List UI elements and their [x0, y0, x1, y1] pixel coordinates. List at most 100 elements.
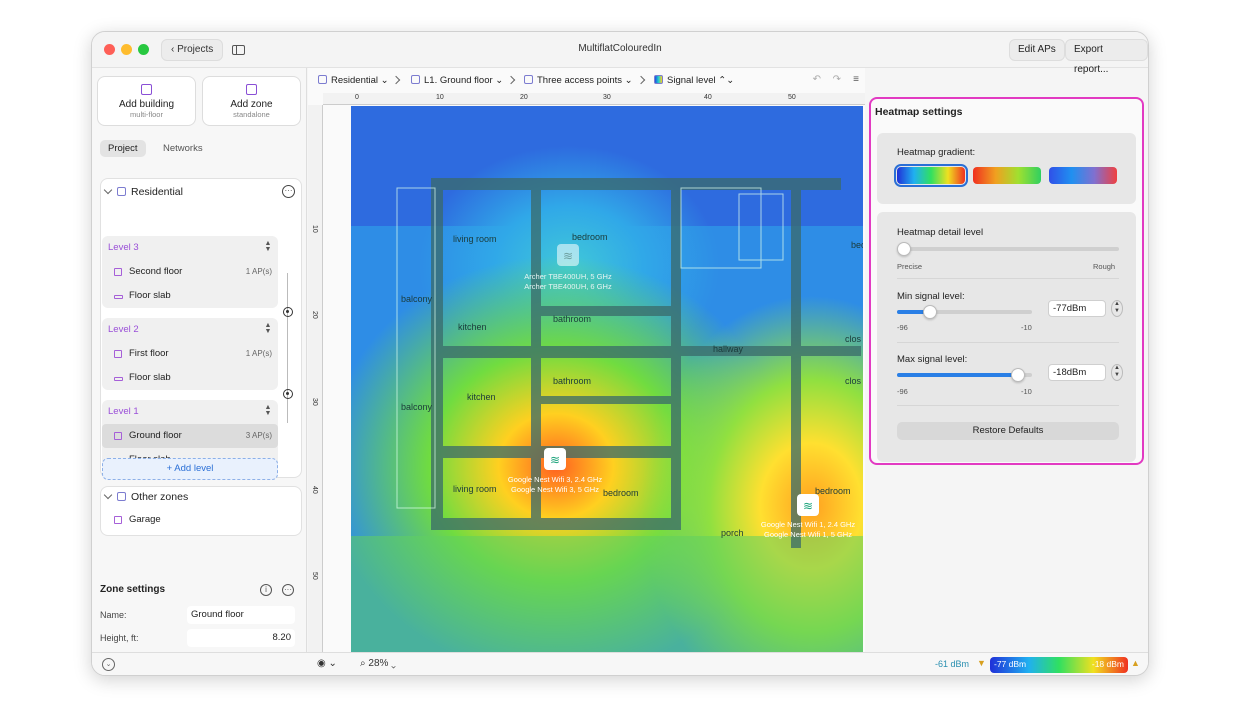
heatmap-canvas[interactable]: living room bedroom balcony kitchen bath… — [351, 106, 863, 652]
building-more-button[interactable]: ··· — [282, 185, 295, 198]
divider — [897, 342, 1119, 343]
level-reorder-stepper[interactable]: ▲ ▼ — [264, 404, 272, 417]
max-signal-knob[interactable] — [1011, 368, 1025, 382]
room-label: hallway — [713, 344, 744, 354]
max-signal-label: Max signal level: — [897, 354, 968, 365]
level-reorder-stepper[interactable]: ▲ ▼ — [264, 322, 272, 335]
gradient-label: Heatmap gradient: — [897, 147, 976, 158]
tab-project[interactable]: Project — [100, 140, 146, 157]
chevron-down-icon — [103, 185, 113, 195]
min-signal-stepper[interactable]: ▲ ▼ — [1111, 300, 1123, 317]
divider — [897, 405, 1119, 406]
title-bar: ‹ Projects MultiflatColouredIn Edit APs … — [92, 32, 1148, 75]
add-zone-button[interactable]: Add zone standalone — [202, 76, 301, 126]
visibility-menu-button[interactable]: ◉ ⌄ — [317, 658, 337, 669]
bottom-bar: ⌄ ◉ ⌄ ⌕ 28% ⌄ -61 dBm ▼ -77 dBm -18 dBm … — [92, 652, 1148, 675]
add-building-button[interactable]: Add building multi-floor — [97, 76, 196, 126]
eye-icon: ◉ — [317, 658, 326, 669]
floor-icon — [114, 268, 122, 276]
info-icon[interactable]: i — [260, 584, 272, 596]
building-icon — [318, 75, 327, 84]
breadcrumb-floor[interactable]: L1. Ground floor ⌄ — [411, 75, 503, 86]
building-icon — [141, 84, 152, 95]
link-levels-icon[interactable] — [283, 389, 293, 399]
detail-level-slider[interactable] — [897, 242, 1119, 256]
gradient-option-cool[interactable] — [1049, 167, 1117, 184]
edit-aps-button[interactable]: Edit APs — [1009, 39, 1065, 61]
gradient-option-spectrum[interactable] — [894, 164, 968, 187]
breadcrumb-building[interactable]: Residential ⌄ — [318, 75, 389, 86]
sidebar-item-second-floor[interactable]: Second floor 1 AP(s) — [102, 260, 278, 284]
zone-name-label: Name: — [100, 610, 127, 620]
tab-networks[interactable]: Networks — [155, 140, 211, 157]
detail-level-knob[interactable] — [897, 242, 911, 256]
slab-icon — [114, 295, 123, 299]
level-label[interactable]: Level 1 — [108, 406, 139, 417]
zone-icon — [246, 84, 257, 95]
level-reorder-stepper[interactable]: ▲ ▼ — [264, 240, 272, 253]
app-window: ‹ Projects MultiflatColouredIn Edit APs … — [91, 31, 1149, 676]
gradient-option-warm[interactable] — [973, 167, 1041, 184]
restore-defaults-button[interactable]: Restore Defaults — [897, 422, 1119, 440]
zone-height-input[interactable]: 8.20 — [187, 629, 295, 647]
breadcrumb-ap-set[interactable]: Three access points ⌄ — [524, 75, 633, 86]
sidebar-item-floor-slab[interactable]: Floor slab — [102, 284, 278, 308]
min-signal-knob[interactable] — [923, 305, 937, 319]
building-header[interactable]: Residential — [103, 185, 183, 198]
zones-icon — [117, 492, 126, 501]
room-label: living room — [453, 484, 497, 494]
svg-text:Google Nest Wifi 1, 2.4 GHz: Google Nest Wifi 1, 2.4 GHz — [761, 520, 855, 529]
room-label: bathroom — [553, 376, 591, 386]
zone-height-label: Height, ft: — [100, 633, 139, 643]
max-signal-stepper[interactable]: ▲ ▼ — [1111, 364, 1123, 381]
collapse-icon[interactable]: ⌄ — [102, 658, 115, 671]
min-signal-input[interactable]: -77dBm — [1048, 300, 1106, 317]
room-label: living room — [453, 234, 497, 244]
min-signal-label: Min signal level: — [897, 291, 965, 302]
heatmap-settings-panel: Heatmap settings Heatmap gradient: Heatm… — [869, 97, 1144, 465]
breadcrumb-visualization[interactable]: Signal level ⌃⌄ — [654, 75, 734, 86]
level-label[interactable]: Level 2 — [108, 324, 139, 335]
sliders-icon[interactable]: ≡ — [853, 74, 859, 85]
sidebar-item-floor-slab[interactable]: Floor slab — [102, 366, 278, 390]
canvas-area: Residential ⌄ L1. Ground floor ⌄ Three a… — [308, 68, 865, 666]
max-signal-input[interactable]: -18dBm — [1048, 364, 1106, 381]
svg-text:Google Nest Wifi 3, 5 GHz: Google Nest Wifi 3, 5 GHz — [511, 485, 599, 494]
floor-icon — [114, 432, 122, 440]
undo-icon[interactable]: ↶ — [813, 74, 821, 85]
sidebar-item-garage[interactable]: Garage — [102, 508, 278, 532]
sidebar-item-first-floor[interactable]: First floor 1 AP(s) — [102, 342, 278, 366]
divider — [897, 278, 1119, 279]
chevron-right-icon — [391, 75, 401, 85]
window-title: MultiflatColouredIn — [578, 43, 662, 54]
zone-name-input[interactable]: Ground floor — [187, 606, 295, 624]
zoom-menu-button[interactable]: ⌕ 28% ⌄ — [360, 658, 396, 669]
wifi-icon: ≋ — [563, 249, 573, 263]
export-report-button[interactable]: Export report... — [1065, 39, 1148, 75]
sidebar-item-ground-floor[interactable]: Ground floor 3 AP(s) — [102, 424, 278, 448]
level-label[interactable]: Level 3 — [108, 242, 139, 253]
max-signal-slider[interactable] — [897, 368, 1032, 382]
thumbs-down-icon: ▼ — [977, 658, 986, 668]
room-label: porch — [721, 528, 744, 538]
signal-settings-card: Heatmap detail level Precise Rough Min s… — [877, 212, 1136, 462]
heatmap-outdoor-zone — [351, 536, 863, 652]
room-label: bedroom — [603, 488, 639, 498]
room-label: kitchen — [467, 392, 496, 402]
min-signal-slider[interactable] — [897, 305, 1032, 319]
add-level-button[interactable]: + Add level — [102, 458, 278, 480]
redo-icon[interactable]: ↷ — [833, 74, 841, 85]
more-icon[interactable]: ··· — [282, 584, 294, 596]
room-label: balcony — [401, 294, 433, 304]
room-label: clos — [845, 376, 862, 386]
room-label: bedroom — [572, 232, 608, 242]
level-link-line — [287, 273, 288, 423]
svg-text:Archer TBE400UH, 6 GHz: Archer TBE400UH, 6 GHz — [524, 282, 612, 291]
room-label: clos — [845, 334, 862, 344]
wifi-icon: ≋ — [550, 453, 560, 467]
other-zones-header[interactable]: Other zones — [103, 490, 188, 503]
floor-icon — [114, 350, 122, 358]
link-levels-icon[interactable] — [283, 307, 293, 317]
gradient-card: Heatmap gradient: — [877, 133, 1136, 204]
chevron-right-icon — [506, 75, 516, 85]
